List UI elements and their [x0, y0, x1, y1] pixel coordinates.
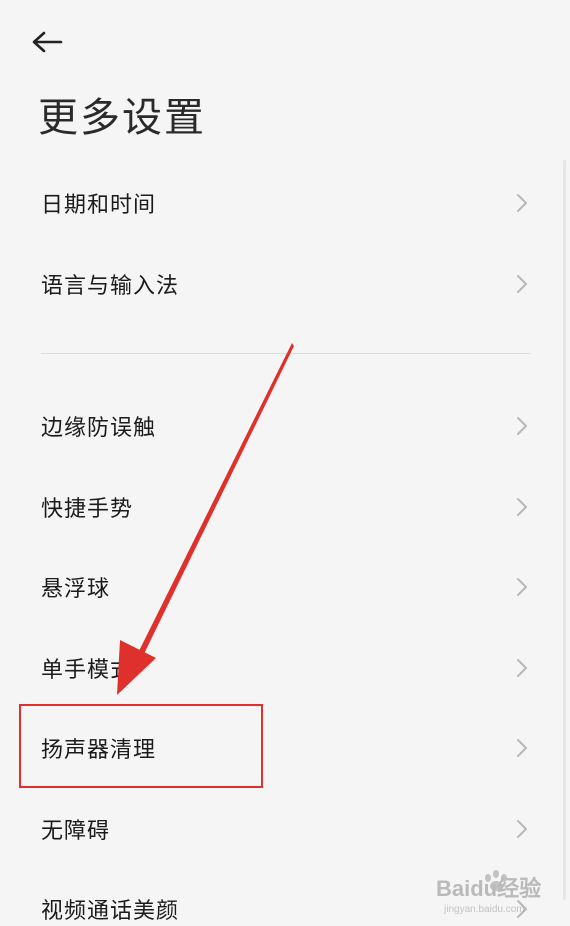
settings-item-one-hand-mode[interactable]: 单手模式 [0, 628, 570, 708]
chevron-right-icon [517, 417, 527, 435]
settings-item-label: 无障碍 [41, 819, 111, 844]
chevron-right-icon [517, 659, 527, 677]
scrollbar[interactable] [563, 160, 566, 900]
settings-item-speaker-cleaning[interactable]: 扬声器清理 [0, 708, 570, 788]
settings-item-label: 单手模式 [41, 658, 134, 683]
chevron-right-icon [517, 739, 527, 757]
chevron-right-icon [517, 498, 527, 516]
settings-screen: 更多设置 日期和时间 语言与输入法 边缘防误触 快捷手势 悬浮球 单手模式 扬声… [0, 0, 570, 926]
chevron-right-icon [517, 820, 527, 838]
settings-item-language-input[interactable]: 语言与输入法 [0, 244, 570, 324]
settings-item-label: 视频通话美颜 [41, 899, 180, 924]
settings-item-label: 边缘防误触 [41, 416, 157, 441]
settings-item-label: 快捷手势 [41, 497, 134, 522]
section-divider [41, 353, 530, 354]
settings-item-gestures[interactable]: 快捷手势 [0, 467, 570, 547]
watermark-text: Baidu经验 [436, 876, 541, 901]
settings-item-label: 语言与输入法 [41, 274, 180, 299]
watermark-subtext: jingyan.baidu.com [443, 904, 525, 915]
chevron-right-icon [517, 578, 527, 596]
settings-item-accessibility[interactable]: 无障碍 [0, 789, 570, 869]
chevron-right-icon [517, 194, 527, 212]
settings-item-label: 日期和时间 [41, 193, 157, 218]
page-title: 更多设置 [38, 95, 206, 141]
baidu-jingyan-watermark: Baidu经验 jingyan.baidu.com [436, 870, 541, 915]
settings-item-label: 悬浮球 [41, 577, 111, 602]
settings-item-date-time[interactable]: 日期和时间 [0, 163, 570, 243]
back-button[interactable] [30, 22, 80, 62]
settings-item-floating-ball[interactable]: 悬浮球 [0, 547, 570, 627]
settings-item-label: 扬声器清理 [41, 738, 157, 763]
arrow-left-icon [32, 31, 63, 53]
chevron-right-icon [517, 275, 527, 293]
settings-item-edge-touch[interactable]: 边缘防误触 [0, 386, 570, 466]
